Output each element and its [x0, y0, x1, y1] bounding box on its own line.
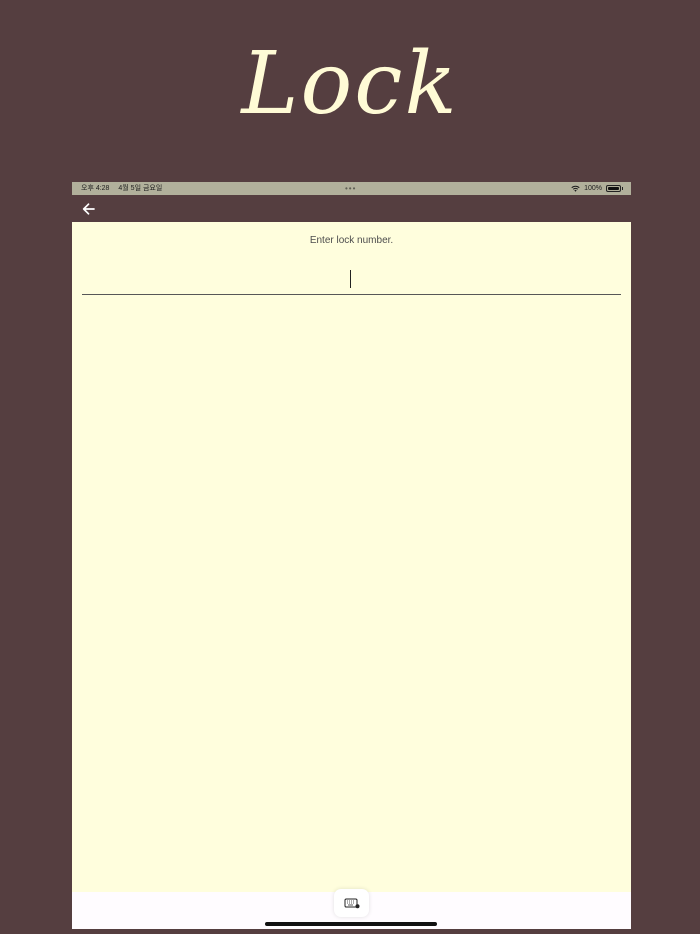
status-indicators: 100%: [571, 182, 623, 195]
app-bar: [72, 195, 631, 222]
lock-content: Enter lock number.: [72, 222, 631, 892]
status-bar: 오후 4:28 4월 5일 금요일 ••• 100%: [72, 182, 631, 195]
hero-title: Lock: [241, 34, 459, 134]
text-cursor: [350, 270, 351, 288]
bottom-keyboard-bar: [72, 889, 631, 929]
back-arrow-icon: [82, 203, 95, 215]
wifi-icon: [571, 185, 580, 192]
back-button[interactable]: [79, 200, 97, 218]
status-time-date: 오후 4:28 4월 5일 금요일: [81, 182, 162, 195]
multitasking-dots[interactable]: •••: [345, 182, 356, 195]
device-screen: 오후 4:28 4월 5일 금요일 ••• 100% Enter lock nu…: [72, 182, 631, 929]
lock-number-field[interactable]: [82, 264, 621, 296]
page: Lock 오후 4:28 4월 5일 금요일 ••• 100% Enter lo…: [0, 0, 700, 934]
status-time: 오후 4:28: [81, 185, 110, 192]
battery-percent: 100%: [584, 185, 602, 192]
keyboard-toggle-button[interactable]: [334, 889, 369, 917]
keyboard-icon: [344, 898, 359, 908]
lock-number-input[interactable]: [82, 264, 621, 295]
lock-prompt: Enter lock number.: [309, 235, 394, 246]
status-date: 4월 5일 금요일: [118, 185, 163, 192]
battery-icon: [606, 185, 623, 192]
home-indicator: [265, 922, 437, 926]
